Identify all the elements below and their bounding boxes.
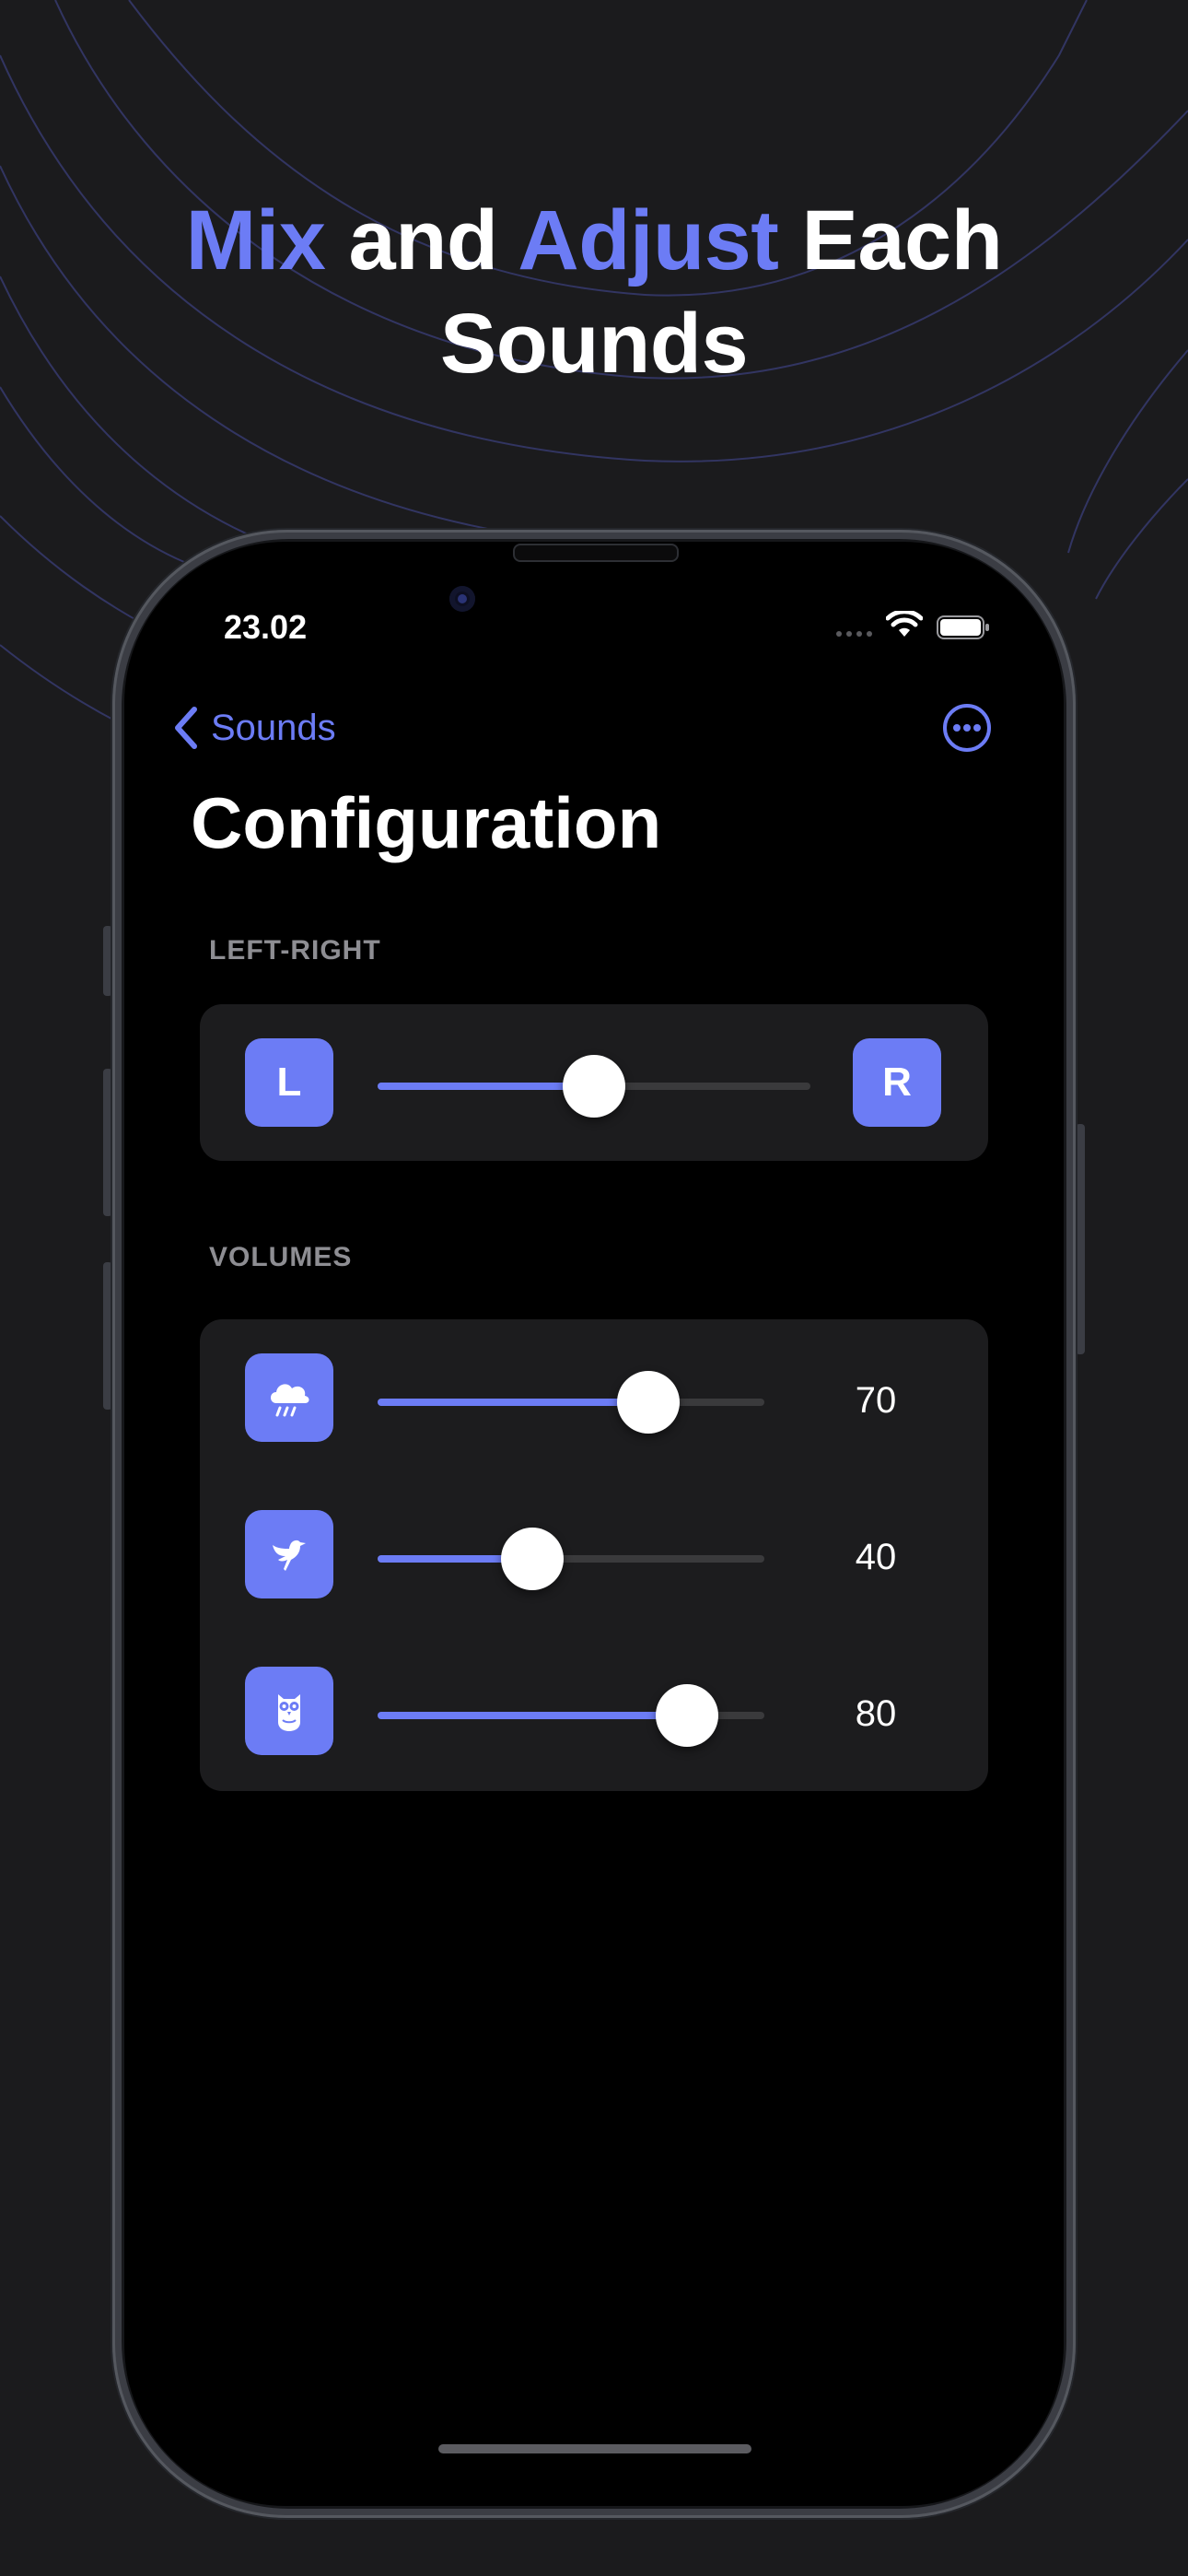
volume-up-button [103, 1069, 112, 1216]
earpiece-speaker [513, 544, 679, 562]
headline-accent-adjust: Adjust [518, 193, 779, 287]
promo-headline: Mix and Adjust Each Sounds [0, 189, 1188, 395]
balance-slider-fill [378, 1083, 594, 1090]
signal-icon [836, 631, 872, 637]
volume-slider-owl-thumb[interactable] [656, 1684, 718, 1747]
chevron-left-icon [175, 707, 197, 749]
volume-slider-owl-fill [378, 1712, 687, 1719]
volume-slider-bird-thumb[interactable] [501, 1528, 564, 1590]
status-time: 23.02 [224, 608, 308, 646]
volume-slider-rain-fill [378, 1399, 648, 1406]
owl-icon [278, 1694, 300, 1731]
left-channel-tile: L [245, 1038, 333, 1127]
volume-value-bird: 40 [855, 1537, 897, 1577]
volume-down-button [103, 1262, 112, 1410]
headline-text-and: and [325, 193, 518, 287]
headline-line-2: Sounds [439, 297, 749, 391]
rain-sound-tile [245, 1353, 333, 1442]
bird-sound-tile [245, 1510, 333, 1598]
balance-slider-thumb[interactable] [563, 1055, 625, 1118]
headline-accent-mix: Mix [185, 193, 326, 287]
power-button [1076, 1124, 1085, 1354]
bird-icon [273, 1540, 306, 1571]
owl-sound-tile [245, 1667, 333, 1755]
back-button-label: Sounds [211, 707, 336, 748]
right-channel-label: R [882, 1060, 912, 1105]
balance-card: L R [200, 1004, 988, 1161]
volume-value-owl: 80 [855, 1693, 897, 1734]
volume-slider-rain[interactable] [378, 1371, 764, 1434]
back-button[interactable]: Sounds [172, 700, 336, 755]
volume-value-rain: 70 [855, 1380, 897, 1421]
balance-slider[interactable] [378, 1055, 810, 1118]
section-label-volumes: VOLUMES [209, 1242, 353, 1272]
page-title: Configuration [191, 782, 662, 863]
battery-icon [937, 615, 989, 639]
left-channel-label: L [276, 1060, 302, 1105]
action-button [103, 926, 112, 996]
section-label-left-right: LEFT-RIGHT [209, 935, 381, 966]
front-camera [449, 586, 475, 612]
volume-slider-bird[interactable] [378, 1528, 764, 1590]
right-channel-tile: R [853, 1038, 941, 1127]
volume-slider-owl[interactable] [378, 1684, 764, 1747]
cloud-rain-icon [271, 1384, 309, 1417]
volumes-card: 70 40 80 [200, 1319, 988, 1791]
home-indicator [438, 2444, 751, 2453]
headline-text-each: Each [778, 193, 1003, 287]
ellipsis-circle-icon[interactable] [941, 702, 993, 754]
wifi-icon [886, 611, 923, 637]
volume-slider-rain-thumb[interactable] [617, 1371, 680, 1434]
